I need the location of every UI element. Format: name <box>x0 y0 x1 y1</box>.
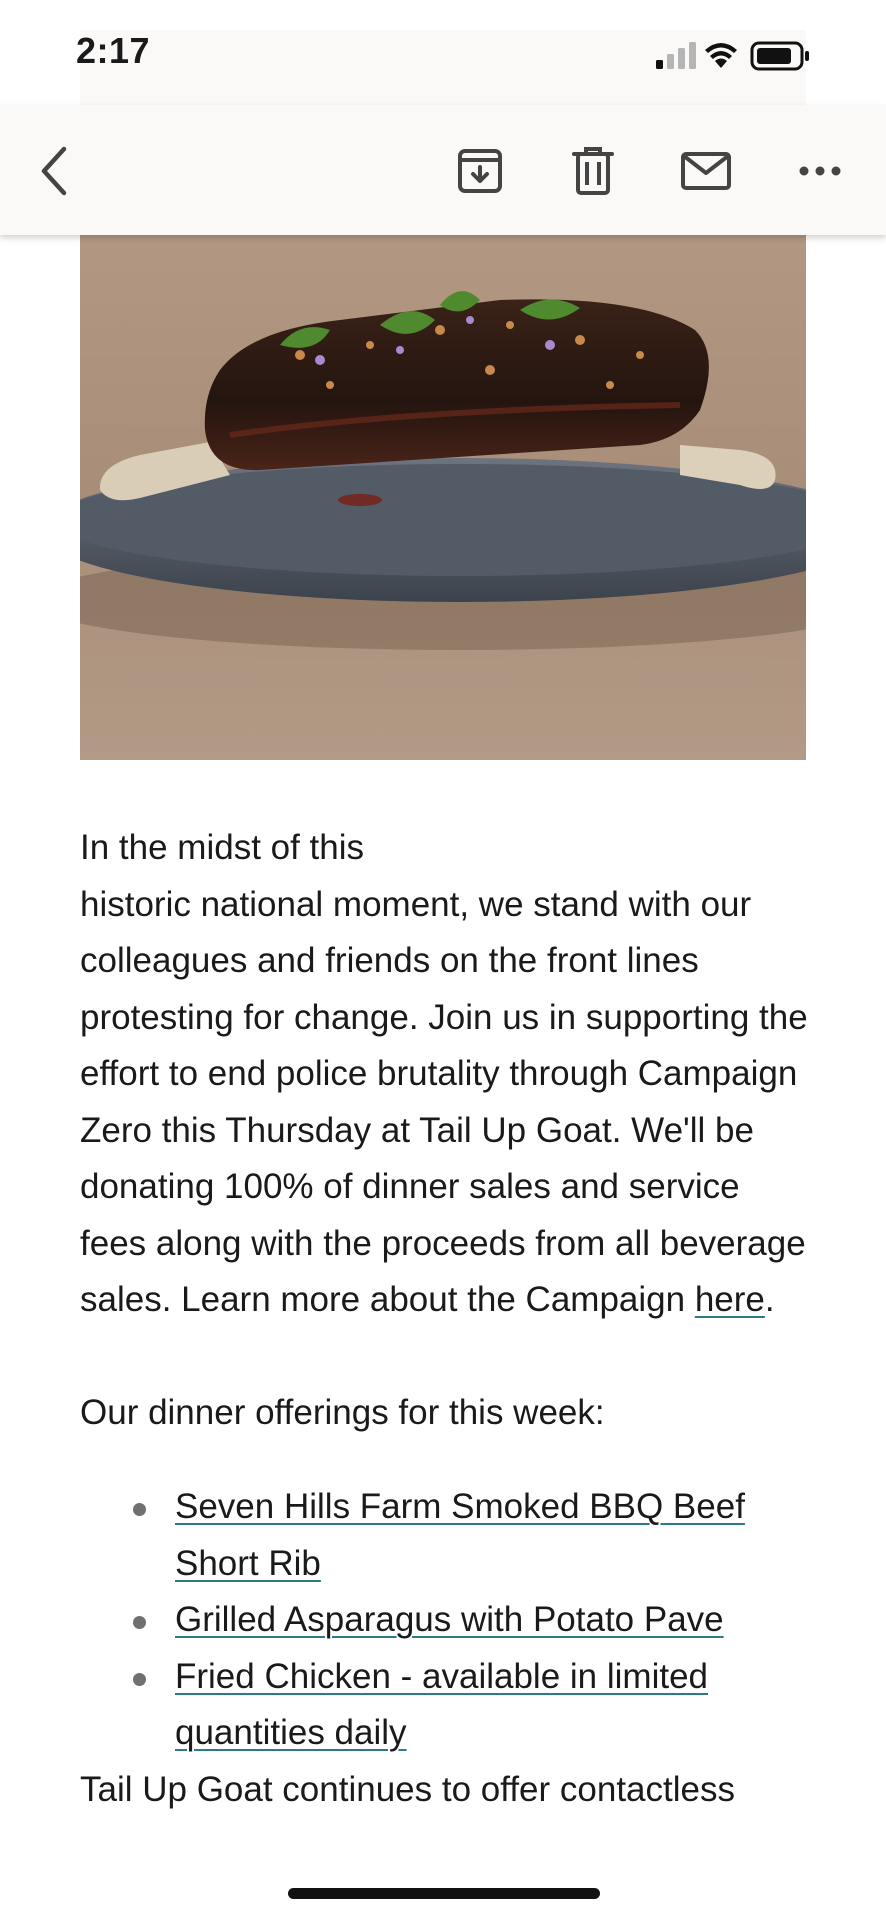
campaign-paragraph: In the midst of this historic national m… <box>80 820 810 1329</box>
back-chevron-icon <box>41 146 67 196</box>
cellular-signal-icon <box>656 42 696 69</box>
home-indicator[interactable] <box>288 1888 600 1899</box>
paragraph-body: historic national moment, we stand with … <box>80 884 808 1320</box>
mark-unread-button[interactable] <box>676 141 736 201</box>
archive-icon <box>458 149 502 193</box>
email-toolbar <box>0 105 886 235</box>
list-item: Fried Chicken - available in limited qua… <box>133 1649 810 1762</box>
email-body: In the midst of this historic national m… <box>80 820 810 1818</box>
dish-link-asparagus[interactable]: Grilled Asparagus with Potato Pave <box>175 1600 724 1639</box>
back-button[interactable] <box>24 141 84 201</box>
status-bar: 2:17 <box>0 0 886 105</box>
status-time: 2:17 <box>76 30 151 71</box>
dish-link-fried-chicken[interactable]: Fried Chicken - available in limited qua… <box>175 1657 708 1753</box>
paragraph-period: . <box>764 1280 775 1319</box>
trash-icon <box>572 147 614 195</box>
system-status-icons <box>656 41 809 71</box>
delete-button[interactable] <box>563 141 623 201</box>
dinner-offerings-list: Seven Hills Farm Smoked BBQ Beef Short R… <box>80 1479 810 1762</box>
list-item: Seven Hills Farm Smoked BBQ Beef Short R… <box>133 1479 810 1592</box>
wifi-icon <box>705 43 737 68</box>
hero-food-photo <box>80 180 806 760</box>
campaign-here-link[interactable]: here <box>695 1280 765 1319</box>
contactless-paragraph: Tail Up Goat continues to offer contactl… <box>80 1769 735 1809</box>
dish-link-short-rib[interactable]: Seven Hills Farm Smoked BBQ Beef Short R… <box>175 1487 745 1583</box>
more-options-button[interactable] <box>790 141 850 201</box>
more-icon <box>799 166 841 176</box>
archive-button[interactable] <box>450 141 510 201</box>
paragraph-line-1: In the midst of this <box>80 828 365 867</box>
battery-icon <box>750 41 809 71</box>
offerings-heading: Our dinner offerings for this week: <box>80 1392 605 1432</box>
mail-icon <box>681 152 731 190</box>
list-item: Grilled Asparagus with Potato Pave <box>133 1592 810 1649</box>
